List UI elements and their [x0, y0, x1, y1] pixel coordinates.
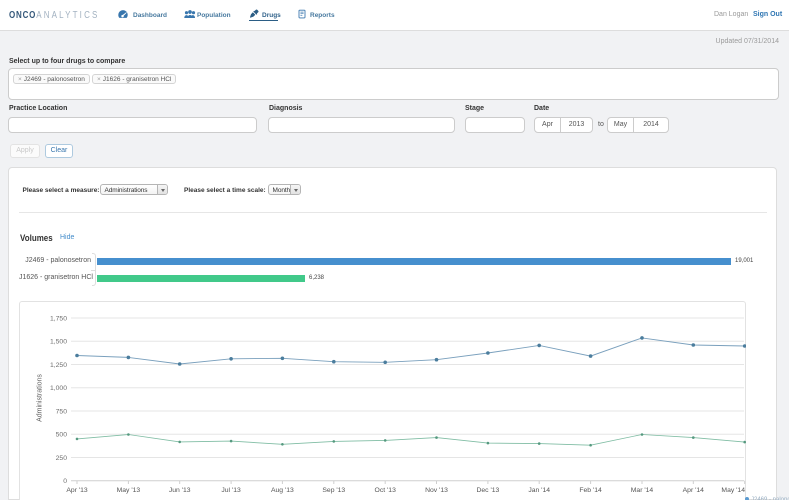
svg-text:Oct '13: Oct '13	[375, 487, 397, 494]
svg-text:Jan '14: Jan '14	[528, 487, 550, 494]
svg-text:Dec '13: Dec '13	[476, 487, 499, 494]
svg-text:May '13: May '13	[117, 487, 141, 494]
svg-text:Sep '13: Sep '13	[322, 487, 345, 494]
svg-text:Feb '14: Feb '14	[579, 487, 602, 494]
svg-text:0: 0	[63, 478, 67, 485]
svg-text:1,250: 1,250	[50, 362, 67, 369]
svg-text:1,750: 1,750	[50, 316, 67, 323]
svg-text:May '14: May '14	[721, 487, 745, 494]
svg-text:Aug '13: Aug '13	[271, 487, 294, 494]
svg-text:Mar '14: Mar '14	[631, 487, 654, 494]
svg-text:750: 750	[56, 409, 68, 416]
svg-text:1,000: 1,000	[50, 385, 67, 392]
svg-text:250: 250	[56, 455, 68, 462]
svg-text:Administrations: Administrations	[37, 374, 44, 422]
svg-text:Nov '13: Nov '13	[425, 487, 448, 494]
svg-text:Apr '13: Apr '13	[66, 487, 88, 494]
svg-text:Jul '13: Jul '13	[221, 487, 241, 494]
svg-text:500: 500	[56, 432, 68, 439]
svg-text:Jun '13: Jun '13	[169, 487, 191, 494]
svg-text:1,500: 1,500	[50, 339, 67, 346]
svg-text:Apr '14: Apr '14	[683, 487, 705, 494]
